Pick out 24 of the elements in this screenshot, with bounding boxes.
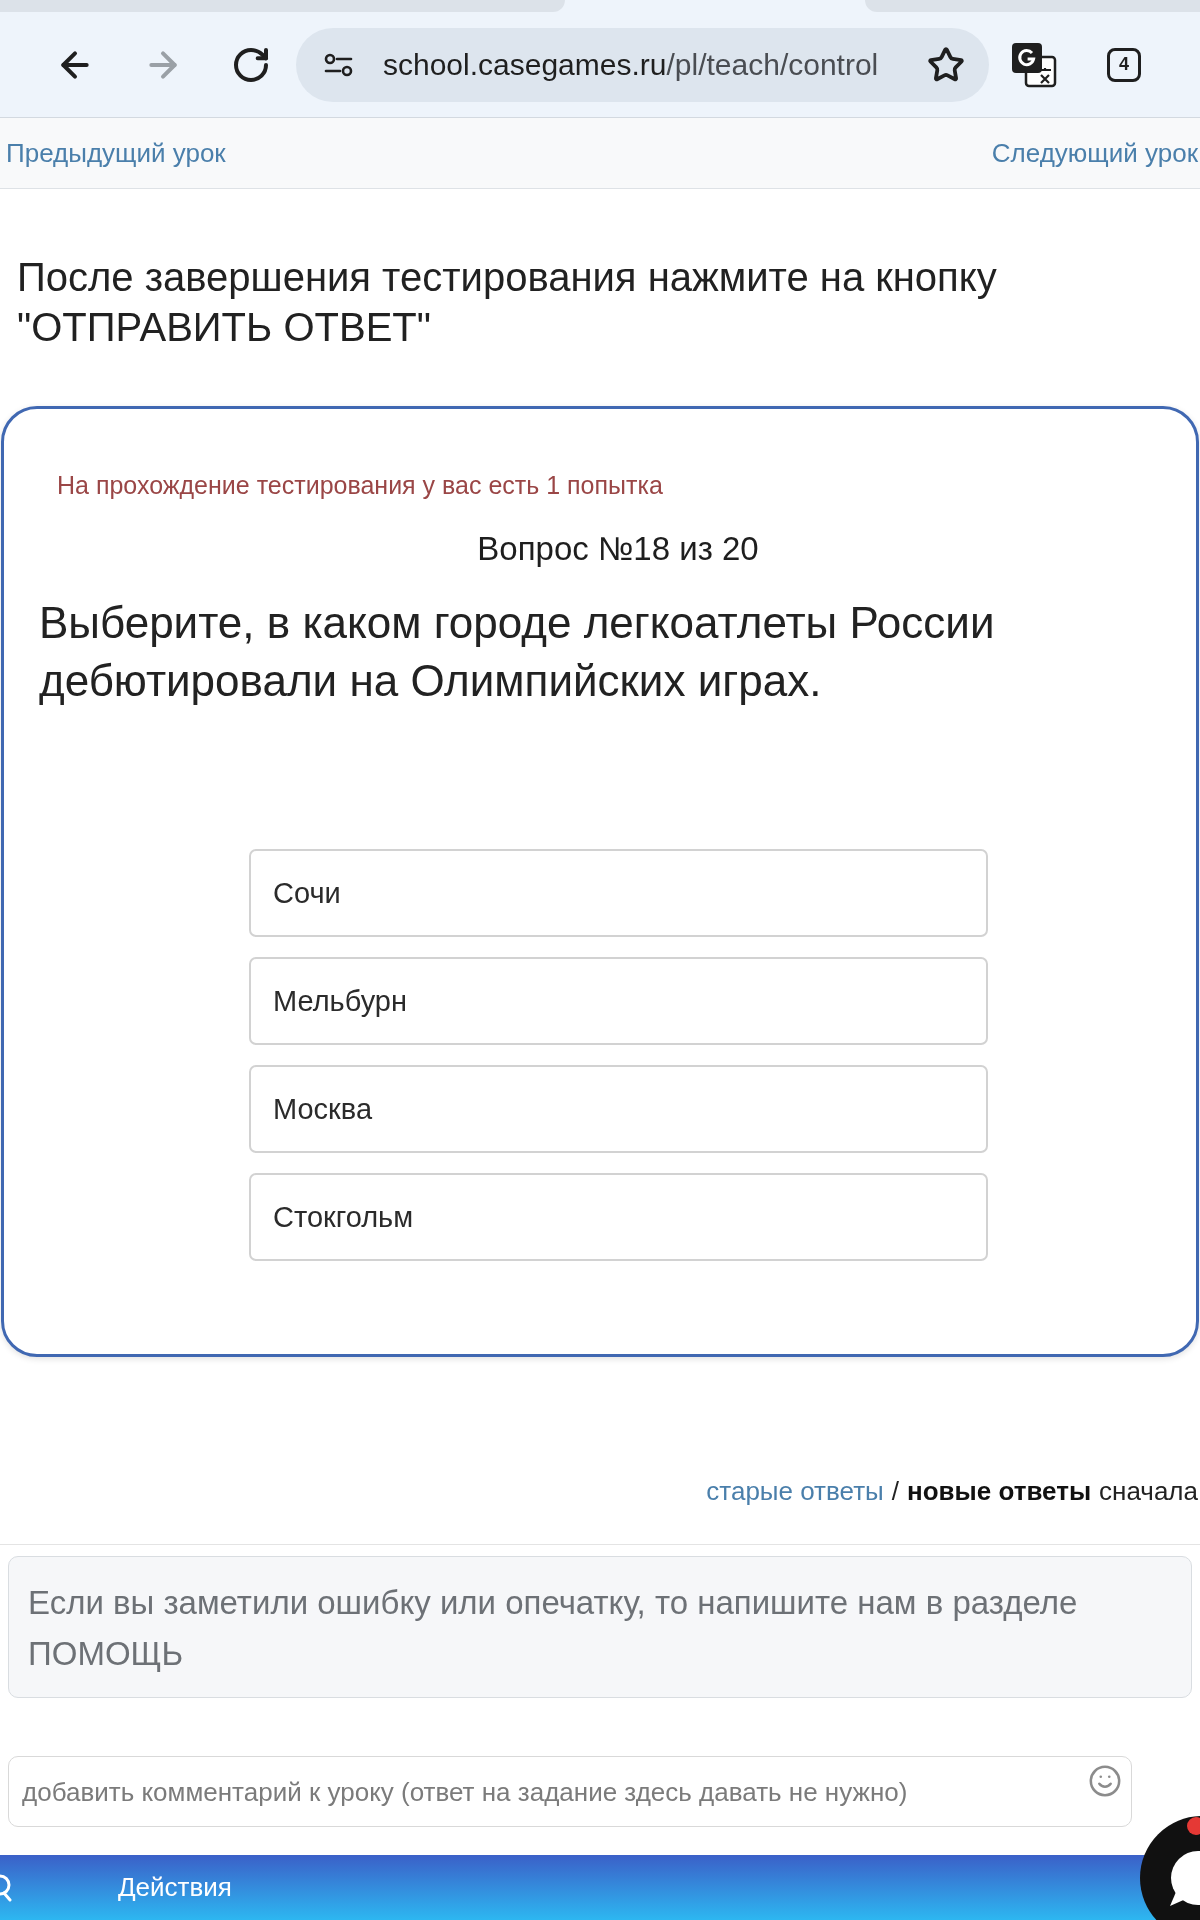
answer-option[interactable]: Стокгольм: [249, 1173, 988, 1261]
previous-lesson-link[interactable]: Предыдущий урок: [6, 137, 226, 169]
smiley-icon[interactable]: [1088, 1764, 1122, 1798]
answer-option[interactable]: Москва: [249, 1065, 988, 1153]
separator-text: /: [891, 1476, 899, 1506]
address-bar[interactable]: school.casegames.ru/pl/teach/control: [296, 27, 989, 102]
tab-count-button[interactable]: 4: [1107, 47, 1141, 82]
question-text: Выберите, в каком городе легкоатлеты России дебютировали на Олимпийских играх.: [39, 597, 996, 707]
actions-label[interactable]: Действия: [118, 1872, 232, 1903]
site-settings-icon[interactable]: [324, 52, 353, 77]
next-lesson-link[interactable]: Следующий урок: [991, 137, 1198, 169]
comment-field[interactable]: добавить комментарий к уроку (ответ на задание здесь давать не нужно): [8, 1756, 1132, 1827]
sort-order-link[interactable]: новые ответы: [907, 1476, 1092, 1506]
sort-order-link[interactable]: старые ответы: [706, 1476, 884, 1506]
answer-option[interactable]: Сочи: [249, 849, 988, 937]
translate-icon[interactable]: [1011, 41, 1057, 88]
star-icon[interactable]: [927, 45, 965, 84]
question-number: Вопрос №18 из 20: [476, 529, 760, 569]
url-text[interactable]: school.casegames.ru/pl/teach/control: [383, 47, 927, 82]
attempts-note: На прохождение тестирования у вас есть 1 попытка: [57, 470, 664, 500]
answer-option[interactable]: Мельбурн: [249, 957, 988, 1045]
sort-suffix-text: сначала: [1099, 1476, 1198, 1506]
notice-message: Если вы заметили ошибку или опечатку, то напишите нам в разделе ПОМОЩЬ: [8, 1556, 1192, 1698]
instruction-heading: После завершения тестирования нажмите на кнопку "ОТПРАВИТЬ ОТВЕТ": [17, 254, 998, 351]
